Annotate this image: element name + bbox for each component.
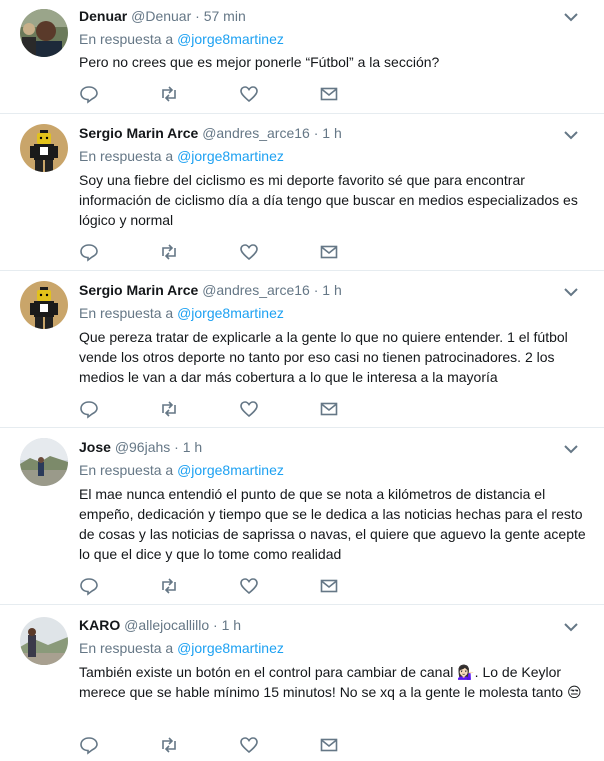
author-handle[interactable]: @Denuar (131, 8, 191, 24)
timestamp[interactable]: 57 min (204, 8, 246, 24)
author-name[interactable]: Jose (79, 439, 111, 455)
reply-prefix: En respuesta a (79, 462, 174, 478)
reply-prefix: En respuesta a (79, 148, 174, 164)
tweet-actions (79, 242, 349, 262)
avatar[interactable] (20, 617, 68, 665)
chevron-down-icon[interactable] (564, 287, 578, 297)
chevron-down-icon[interactable] (564, 622, 578, 632)
tweet-actions (79, 84, 349, 104)
reply-context: En respuesta a @jorge8martinez (79, 638, 284, 658)
author-name[interactable]: Sergio Marin Arce (79, 282, 198, 298)
author-handle[interactable]: @andres_arce16 (202, 125, 310, 141)
timestamp[interactable]: 1 h (322, 125, 341, 141)
person-outdoor-photo-icon (20, 617, 68, 665)
tweet[interactable]: Jose @96jahs · 1 h En respuesta a @jorge… (0, 428, 604, 605)
landscape-photo-icon (20, 438, 68, 486)
tweet-header: Sergio Marin Arce @andres_arce16 · 1 h (79, 123, 564, 143)
tweet[interactable]: KARO @allejocallillo · 1 h En respuesta … (0, 605, 604, 761)
direct-message-icon[interactable] (319, 735, 339, 755)
mention-link[interactable]: @jorge8martinez (177, 462, 284, 478)
direct-message-icon[interactable] (319, 399, 339, 419)
like-icon[interactable] (239, 242, 259, 262)
tweet[interactable]: Sergio Marin Arce @andres_arce16 · 1 h E… (0, 114, 604, 271)
tweet-text: Pero no crees que es mejor ponerle “Fútb… (79, 54, 440, 70)
author-handle[interactable]: @andres_arce16 (202, 282, 310, 298)
author-name[interactable]: Denuar (79, 8, 127, 24)
unamused-face-emoji-icon: 😒 (566, 684, 582, 700)
author-handle[interactable]: @allejocallillo (124, 617, 209, 633)
direct-message-icon[interactable] (319, 242, 339, 262)
tweet-actions (79, 399, 349, 419)
woman-tipping-hand-emoji-icon: 💁🏻‍♀️ (457, 664, 475, 680)
separator-dot: · (195, 8, 200, 24)
tweet-header: Denuar @Denuar · 57 min (79, 6, 564, 26)
direct-message-icon[interactable] (319, 576, 339, 596)
mention-link[interactable]: @jorge8martinez (177, 31, 284, 47)
mention-link[interactable]: @jorge8martinez (177, 148, 284, 164)
tweet-actions (79, 576, 349, 596)
tweet-header: Sergio Marin Arce @andres_arce16 · 1 h (79, 280, 564, 300)
separator-dot: · (313, 282, 319, 298)
retweet-icon[interactable] (159, 576, 179, 596)
tweet-header: Jose @96jahs · 1 h (79, 437, 564, 457)
tweet[interactable]: Denuar @Denuar · 57 min En respuesta a @… (0, 0, 604, 114)
reply-icon[interactable] (79, 84, 99, 104)
mention-link[interactable]: @jorge8martinez (177, 640, 284, 656)
tweet-text-part: También existe un botón en el control pa… (79, 664, 458, 680)
tweet[interactable]: Sergio Marin Arce @andres_arce16 · 1 h E… (0, 271, 604, 428)
reply-context: En respuesta a @jorge8martinez (79, 146, 284, 166)
lego-figure-icon (20, 124, 68, 172)
like-icon[interactable] (239, 84, 259, 104)
retweet-icon[interactable] (159, 84, 179, 104)
like-icon[interactable] (239, 576, 259, 596)
avatar[interactable] (20, 281, 68, 329)
direct-message-icon[interactable] (319, 84, 339, 104)
reply-icon[interactable] (79, 242, 99, 262)
like-icon[interactable] (239, 735, 259, 755)
lego-figure-icon (20, 281, 68, 329)
timestamp[interactable]: 1 h (222, 617, 241, 633)
like-icon[interactable] (239, 399, 259, 419)
tweet-text: Que pereza tratar de explicarle a la gen… (79, 329, 568, 385)
separator-dot: · (213, 617, 218, 633)
tweet-text: El mae nunca entendió el punto de que se… (79, 486, 586, 562)
author-handle[interactable]: @96jahs (115, 439, 170, 455)
chevron-down-icon[interactable] (564, 12, 578, 22)
timestamp[interactable]: 1 h (322, 282, 341, 298)
person-photo-icon (20, 9, 68, 57)
tweet-header: KARO @allejocallillo · 1 h (79, 615, 564, 635)
separator-dot: · (174, 439, 179, 455)
mention-link[interactable]: @jorge8martinez (177, 305, 284, 321)
tweet-text: Soy una fiebre del ciclismo es mi deport… (79, 172, 578, 228)
retweet-icon[interactable] (159, 735, 179, 755)
avatar[interactable] (20, 124, 68, 172)
reply-prefix: En respuesta a (79, 31, 174, 47)
chevron-down-icon[interactable] (564, 130, 578, 140)
author-name[interactable]: Sergio Marin Arce (79, 125, 198, 141)
retweet-icon[interactable] (159, 242, 179, 262)
reply-prefix: En respuesta a (79, 640, 174, 656)
separator-dot: · (313, 125, 319, 141)
timestamp[interactable]: 1 h (183, 439, 202, 455)
reply-prefix: En respuesta a (79, 305, 174, 321)
reply-icon[interactable] (79, 735, 99, 755)
author-name[interactable]: KARO (79, 617, 120, 633)
reply-context: En respuesta a @jorge8martinez (79, 460, 284, 480)
reply-icon[interactable] (79, 576, 99, 596)
avatar[interactable] (20, 438, 68, 486)
tweet-actions (79, 735, 349, 755)
reply-icon[interactable] (79, 399, 99, 419)
reply-context: En respuesta a @jorge8martinez (79, 29, 284, 49)
tweet-text: También existe un botón en el control pa… (79, 662, 588, 702)
reply-context: En respuesta a @jorge8martinez (79, 303, 284, 323)
chevron-down-icon[interactable] (564, 444, 578, 454)
avatar[interactable] (20, 9, 68, 57)
retweet-icon[interactable] (159, 399, 179, 419)
